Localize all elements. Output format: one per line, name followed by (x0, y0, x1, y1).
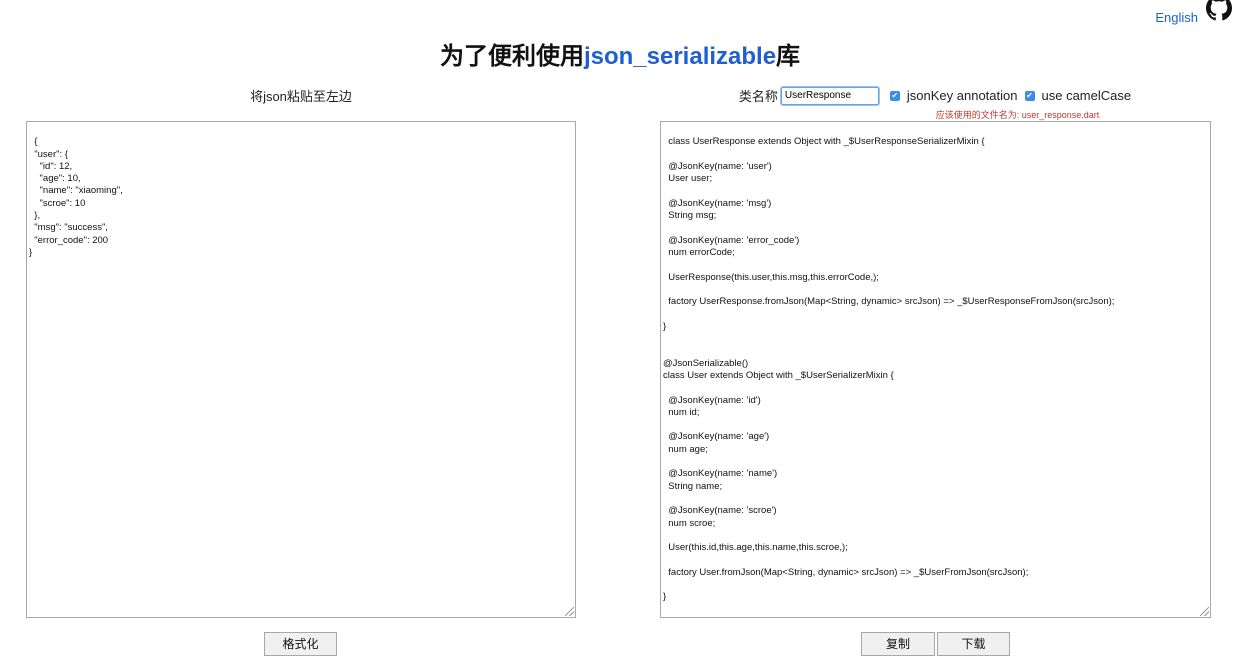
options-row: 类名称 ✔ jsonKey annotation ✔ use camelCase (660, 85, 1210, 106)
camelcase-checkbox[interactable]: ✔ (1024, 90, 1035, 101)
filename-hint: 应该使用的文件名为: user_response.dart (935, 110, 1100, 120)
resize-grip-icon[interactable] (565, 607, 574, 616)
format-button[interactable]: 格式化 (264, 632, 337, 656)
title-highlight: json_serializable (583, 43, 777, 70)
top-right-bar: English (1155, 0, 1232, 25)
github-icon[interactable] (1206, 0, 1232, 21)
title-prefix: 为了便利使用 (439, 43, 584, 70)
english-language-link[interactable]: English (1155, 10, 1198, 25)
page-title: 为了便利使用json_serializable库 (0, 36, 1240, 71)
json-text: { "user": { "id": 12, "age": 10, "name":… (29, 136, 123, 258)
dart-code-text: class UserResponse extends Object with _… (663, 136, 1115, 603)
download-button[interactable]: 下载 (937, 632, 1010, 656)
dart-output-textarea[interactable]: class UserResponse extends Object with _… (660, 121, 1211, 618)
resize-grip-icon[interactable] (1200, 607, 1209, 616)
jsonkey-checkbox[interactable]: ✔ (889, 90, 900, 101)
json-input-textarea[interactable]: { "user": { "id": 12, "age": 10, "name":… (26, 121, 576, 618)
camelcase-label: use camelCase (1041, 88, 1132, 103)
jsonkey-label: jsonKey annotation (906, 88, 1018, 103)
json-input-label: 将json粘贴至左边 (250, 89, 352, 104)
class-name-label: 类名称 (738, 89, 778, 104)
copy-button[interactable]: 复制 (861, 632, 935, 656)
class-name-input[interactable] (779, 85, 880, 106)
title-suffix: 库 (776, 43, 801, 70)
